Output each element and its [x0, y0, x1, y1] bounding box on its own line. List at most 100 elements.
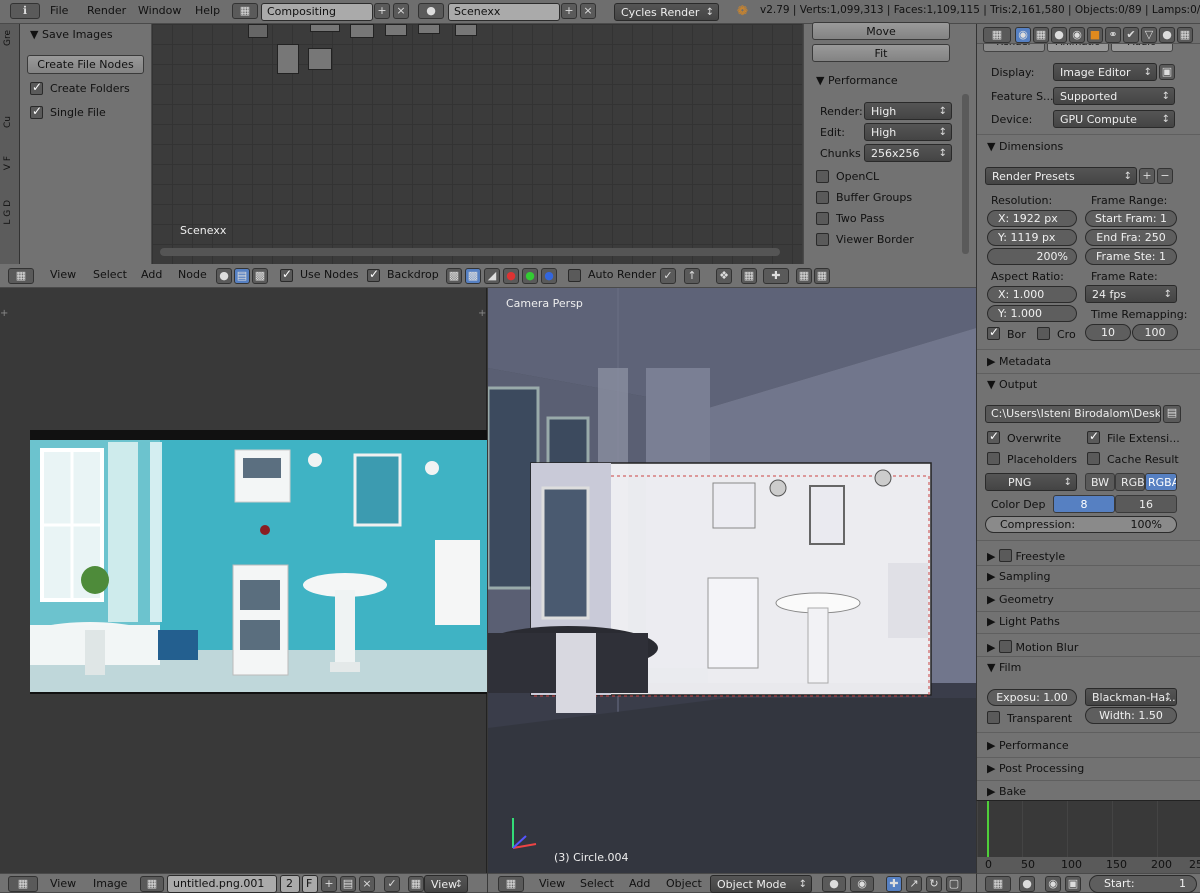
blue-channel-icon[interactable]: ●	[541, 268, 557, 284]
tab-audio[interactable]: Audio	[1111, 44, 1173, 52]
viewport-menu-select[interactable]: Select	[580, 877, 614, 890]
light-paths-panel-title[interactable]: ▶ Light Paths	[987, 615, 1060, 628]
aspect-x-field[interactable]: X: 1.000	[987, 286, 1077, 303]
depth-16-toggle[interactable]: 16	[1115, 495, 1177, 513]
area-corner-icon[interactable]: +	[478, 308, 486, 319]
overwrite-checkbox[interactable]	[987, 429, 1000, 444]
motion-blur-panel-title[interactable]: ▶ Motion Blur	[987, 638, 1078, 654]
node-menu-view[interactable]: View	[50, 268, 76, 281]
3d-viewport[interactable]: Camera Persp (3) Circle.004	[488, 288, 976, 873]
modifiers-context-icon[interactable]: ✔	[1123, 27, 1139, 43]
remove-preset-icon[interactable]: −	[1157, 168, 1173, 184]
two-pass-checkbox[interactable]	[816, 212, 829, 225]
red-channel-icon[interactable]: ●	[503, 268, 519, 284]
view-mode-select[interactable]: View	[424, 875, 468, 893]
performance-panel-title[interactable]: ▼ Performance	[816, 74, 898, 87]
pin-image-icon[interactable]: ✓	[384, 876, 400, 892]
frame-rate-select[interactable]: 24 fps	[1085, 285, 1177, 303]
tab-animation[interactable]: Animatio	[1047, 44, 1109, 52]
fit-button[interactable]: Fit	[812, 44, 950, 62]
constraints-context-icon[interactable]: ⚭	[1105, 27, 1121, 43]
node-box[interactable]	[248, 24, 268, 38]
properties-type-icon[interactable]: ▦	[983, 27, 1011, 43]
crop-checkbox[interactable]	[1037, 327, 1050, 340]
depth-8-toggle[interactable]: 8	[1053, 495, 1115, 513]
filter-width-field[interactable]: Width: 1.50	[1085, 707, 1177, 724]
edit-quality-select[interactable]: High	[864, 123, 952, 141]
viewport-type-icon[interactable]: ▦	[498, 876, 524, 892]
display-mode-icon[interactable]: ▦	[408, 876, 424, 892]
image-editor[interactable]: + +	[0, 288, 487, 873]
node-editor-type-icon[interactable]: ▦	[8, 268, 34, 284]
buffer-groups-checkbox[interactable]	[816, 191, 829, 204]
sampling-panel-title[interactable]: ▶ Sampling	[987, 570, 1050, 583]
tab-cu[interactable]: Cu	[3, 116, 17, 128]
compression-slider[interactable]: Compression: 100%	[985, 516, 1177, 533]
aspect-y-field[interactable]: Y: 1.000	[987, 305, 1077, 322]
film-panel-title[interactable]: ▼ Film	[987, 661, 1021, 674]
backdrop-channel-icon[interactable]: ▩	[446, 268, 462, 284]
screen-layout-icon[interactable]: ▦	[232, 3, 258, 19]
output-path-field[interactable]: C:\Users\Isteni Birodalom\Deskt...	[985, 405, 1161, 423]
move-button[interactable]: Move	[812, 22, 950, 40]
current-frame-marker[interactable]	[987, 801, 989, 857]
start-frame-field[interactable]: Start: 1	[1089, 875, 1197, 893]
node-editor[interactable]: Scenexx Gre Cu V F L G D ▼ Save Images C…	[0, 22, 976, 264]
object-context-icon[interactable]: ■	[1087, 27, 1103, 43]
image-editor-type-icon[interactable]: ▦	[8, 876, 38, 892]
end-frame-field[interactable]: End Fra: 250	[1085, 229, 1177, 246]
rotate-icon[interactable]: ↻	[926, 876, 942, 892]
rgb-toggle[interactable]: RGB	[1115, 473, 1145, 491]
device-select[interactable]: GPU Compute	[1053, 110, 1175, 128]
file-format-select[interactable]: PNG	[985, 473, 1077, 491]
new-image-icon[interactable]: +	[321, 876, 337, 892]
resolution-percent-field[interactable]: 200%	[987, 248, 1077, 265]
scene-field[interactable]: Scenexx	[448, 3, 560, 21]
parent-icon[interactable]: ↑	[684, 268, 700, 284]
layers-context-icon[interactable]: ▦	[1033, 27, 1049, 43]
snap-target-icon[interactable]: ✚	[763, 268, 789, 284]
viewport-menu-object[interactable]: Object	[666, 877, 702, 890]
image-name-field[interactable]: untitled.png.001	[167, 875, 277, 893]
shader-nodes-icon[interactable]: ●	[216, 268, 232, 284]
node-menu-add[interactable]: Add	[141, 268, 162, 281]
node-box[interactable]	[310, 24, 340, 32]
scene-context-icon[interactable]: ●	[1051, 27, 1067, 43]
shading-mode-icon[interactable]: ●	[822, 876, 846, 892]
create-file-nodes-button[interactable]: Create File Nodes	[27, 55, 144, 74]
node-menu-node[interactable]: Node	[178, 268, 207, 281]
rgba-toggle[interactable]: RGBA	[1145, 473, 1177, 491]
menu-help[interactable]: Help	[195, 4, 220, 17]
fake-user-toggle[interactable]: F	[302, 875, 318, 893]
image-menu-view[interactable]: View	[50, 877, 76, 890]
output-panel-title[interactable]: ▼ Output	[987, 378, 1037, 391]
data-context-icon[interactable]: ▽	[1141, 27, 1157, 43]
post-processing-panel-title[interactable]: ▶ Post Processing	[987, 762, 1084, 775]
border-checkbox[interactable]	[987, 325, 1000, 340]
paste-icon[interactable]: ▦	[814, 268, 830, 284]
node-box[interactable]	[385, 24, 407, 36]
backdrop-mono-icon[interactable]: ◢	[484, 268, 500, 284]
geometry-panel-title[interactable]: ▶ Geometry	[987, 593, 1054, 606]
close-screen-icon[interactable]: ×	[393, 3, 409, 19]
scale-icon[interactable]: ▢	[946, 876, 962, 892]
image-users-count[interactable]: 2	[280, 875, 300, 893]
pivot-point-icon[interactable]: ◉	[850, 876, 874, 892]
remap-old-field[interactable]: 10	[1085, 324, 1131, 341]
remap-new-field[interactable]: 100	[1132, 324, 1178, 341]
render-context-icon[interactable]: ◉	[1015, 27, 1031, 43]
editor-type-icon[interactable]: ℹ	[10, 3, 40, 19]
resolution-y-field[interactable]: Y: 1119 px	[987, 229, 1077, 246]
metadata-panel-title[interactable]: ▶ Metadata	[987, 355, 1051, 368]
viewer-border-checkbox[interactable]	[816, 233, 829, 246]
node-box[interactable]	[277, 44, 299, 74]
backdrop-checkbox[interactable]	[367, 267, 380, 282]
transparent-checkbox[interactable]	[987, 711, 1000, 724]
node-menu-select[interactable]: Select	[93, 268, 127, 281]
texture-nodes-icon[interactable]: ▩	[252, 268, 268, 284]
backdrop-alpha-icon[interactable]: ▩	[465, 268, 481, 284]
freestyle-checkbox[interactable]	[998, 549, 1012, 562]
frame-step-field[interactable]: Frame Ste: 1	[1085, 248, 1177, 265]
browse-folder-icon[interactable]: ▤	[1163, 405, 1181, 423]
manipulator-icon[interactable]: ✚	[886, 876, 902, 892]
